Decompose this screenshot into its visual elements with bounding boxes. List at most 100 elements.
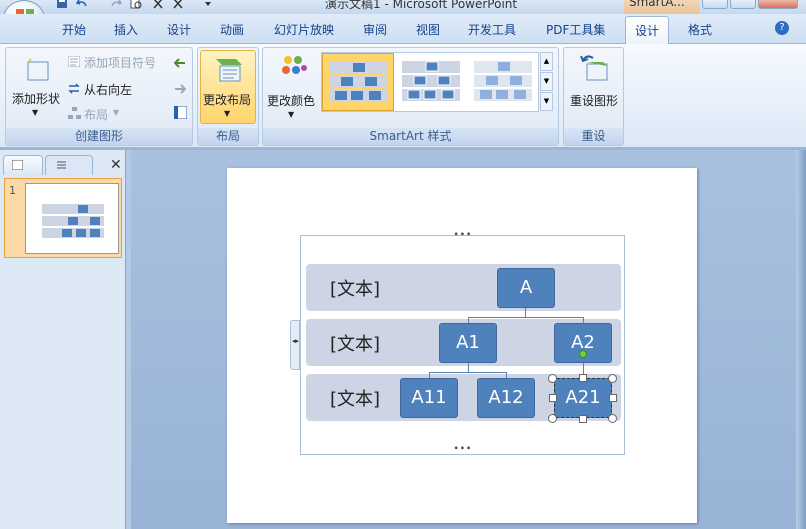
right-to-left-button[interactable]: 从右向左 bbox=[68, 80, 163, 97]
text-pane-toggle[interactable]: ◂▸ bbox=[290, 320, 300, 370]
layout-dropdown-icon: ▼ bbox=[113, 108, 120, 117]
slide-thumbnail-selected[interactable]: 1 bbox=[4, 178, 122, 258]
slide-number: 1 bbox=[9, 184, 16, 197]
change-colors-button[interactable]: 更改颜色 ▼ bbox=[266, 52, 320, 122]
change-layout-dropdown-icon: ▼ bbox=[224, 109, 231, 118]
vertical-scrollbar[interactable] bbox=[796, 150, 806, 529]
outline-icon bbox=[57, 161, 66, 169]
resize-handle[interactable] bbox=[579, 374, 587, 382]
tab-developer[interactable]: 开发工具 bbox=[468, 21, 516, 38]
ribbon: 添加形状 ▼ 添加项目符号 从右向左 布局 ▼ 创建图形 更改布局 ▼ 布局 更… bbox=[0, 44, 806, 148]
gallery-scroll-up-button[interactable]: ▲ bbox=[540, 52, 553, 71]
add-shape-icon bbox=[27, 58, 49, 81]
smartart-node-a1[interactable]: A1 bbox=[439, 323, 497, 363]
slides-thumbnail-panel: ✕ 1 bbox=[0, 150, 125, 529]
style-gallery-item-2[interactable] bbox=[396, 53, 466, 111]
tab-insert[interactable]: 插入 bbox=[114, 21, 138, 38]
save-icon[interactable] bbox=[56, 0, 68, 9]
print-preview-icon[interactable] bbox=[130, 0, 142, 9]
group-label-reset: 重设 bbox=[564, 128, 623, 145]
undo-icon[interactable] bbox=[76, 0, 88, 9]
resize-handle[interactable] bbox=[548, 414, 557, 423]
resize-handle[interactable] bbox=[608, 374, 617, 383]
resize-handle[interactable] bbox=[549, 394, 557, 402]
panel-tabs: ✕ bbox=[3, 153, 123, 175]
change-colors-dropdown-icon: ▼ bbox=[288, 110, 295, 119]
resize-handle[interactable] bbox=[579, 415, 587, 423]
slide-editing-area: ◂▸ ∙∙∙ ∙∙∙ [文本] [文本] [文本] A A1 A2 A11 A1… bbox=[131, 150, 806, 529]
style-gallery-item-1[interactable] bbox=[322, 53, 394, 111]
slides-icon bbox=[12, 160, 23, 170]
change-layout-label: 更改布局 bbox=[203, 93, 252, 107]
tab-animations[interactable]: 动画 bbox=[220, 21, 244, 38]
cut-icon[interactable] bbox=[152, 0, 164, 9]
style-preview-icon bbox=[474, 61, 532, 101]
tab-design[interactable]: 设计 bbox=[167, 21, 191, 38]
level-1-text[interactable]: [文本] bbox=[330, 275, 380, 301]
add-shape-dropdown-icon[interactable]: ▼ bbox=[32, 108, 38, 117]
reset-graphic-button[interactable]: 重设图形 bbox=[566, 52, 622, 122]
demote-button[interactable] bbox=[174, 83, 187, 97]
window-controls bbox=[700, 0, 806, 12]
resize-handle[interactable] bbox=[548, 374, 557, 383]
tab-slides[interactable] bbox=[3, 155, 43, 175]
connector-line bbox=[525, 307, 526, 317]
text-pane-button[interactable] bbox=[173, 105, 188, 122]
smartart-node-a12[interactable]: A12 bbox=[477, 378, 535, 418]
tab-home[interactable]: 开始 bbox=[62, 21, 86, 38]
text-pane-icon bbox=[173, 105, 188, 120]
maximize-button[interactable] bbox=[730, 0, 756, 9]
layout-dropdown-label: 布局 bbox=[84, 108, 109, 122]
tab-pdf-tools[interactable]: PDF工具集 bbox=[546, 21, 605, 38]
tab-review[interactable]: 审阅 bbox=[363, 21, 387, 38]
layout-dropdown-button[interactable]: 布局 ▼ bbox=[68, 105, 138, 122]
change-layout-icon bbox=[216, 59, 242, 82]
smartart-node-a21-selected[interactable]: A21 bbox=[554, 378, 612, 418]
level-2-text[interactable]: [文本] bbox=[330, 330, 380, 356]
tab-outline[interactable] bbox=[45, 155, 93, 175]
smartart-graphic-frame[interactable]: ◂▸ ∙∙∙ ∙∙∙ [文本] [文本] [文本] A A1 A2 A11 A1… bbox=[290, 229, 625, 455]
gallery-more-button[interactable]: ▼ bbox=[540, 92, 553, 111]
group-create-graphic: 添加形状 ▼ 添加项目符号 从右向左 布局 ▼ 创建图形 bbox=[5, 47, 193, 146]
gallery-scroll-down-button[interactable]: ▼ bbox=[540, 72, 553, 91]
swap-direction-icon bbox=[68, 83, 80, 94]
tab-smartart-design[interactable]: 设计 bbox=[625, 16, 670, 44]
delete-icon[interactable] bbox=[172, 0, 184, 9]
arrow-left-icon bbox=[173, 58, 185, 68]
group-smartart-styles: 更改颜色 ▼ ▲ ▼ ▼ SmartArt 样式 bbox=[262, 47, 559, 146]
frame-top-grip-icon[interactable]: ∙∙∙ bbox=[453, 229, 472, 240]
promote-button[interactable] bbox=[173, 57, 186, 71]
redo-icon[interactable] bbox=[110, 0, 122, 9]
close-window-button[interactable] bbox=[758, 0, 798, 9]
resize-handle[interactable] bbox=[609, 394, 617, 402]
close-icon[interactable]: ✕ bbox=[110, 157, 122, 173]
resize-handle[interactable] bbox=[608, 414, 617, 423]
smartart-node-a11[interactable]: A11 bbox=[400, 378, 458, 418]
frame-bottom-grip-icon[interactable]: ∙∙∙ bbox=[453, 443, 472, 454]
color-palette-icon bbox=[282, 56, 307, 74]
slide-canvas[interactable]: ◂▸ ∙∙∙ ∙∙∙ [文本] [文本] [文本] A A1 A2 A11 A1… bbox=[227, 168, 697, 523]
add-shape-button[interactable]: 添加形状 ▼ bbox=[10, 52, 64, 122]
minimize-button[interactable] bbox=[702, 0, 728, 9]
ribbon-tab-bar: 开始 插入 设计 动画 幻灯片放映 审阅 视图 开发工具 PDF工具集 设计 格… bbox=[0, 14, 806, 44]
style-gallery-item-3[interactable] bbox=[468, 53, 538, 111]
help-icon[interactable]: ? bbox=[775, 21, 789, 35]
reset-graphic-label: 重设图形 bbox=[570, 94, 619, 108]
right-to-left-label: 从右向左 bbox=[84, 83, 133, 97]
level-3-text[interactable]: [文本] bbox=[330, 385, 380, 411]
title-bar: 演示文稿1 - Microsoft PowerPoint SmartA... bbox=[0, 0, 806, 14]
customize-qat-icon[interactable] bbox=[202, 0, 214, 9]
tab-slideshow[interactable]: 幻灯片放映 bbox=[274, 21, 334, 38]
connector-line bbox=[468, 363, 469, 372]
rotate-handle[interactable] bbox=[579, 350, 587, 358]
add-shape-label: 添加形状 bbox=[12, 92, 61, 106]
add-bullet-button[interactable]: 添加项目符号 bbox=[68, 53, 163, 70]
group-label-create-graphic: 创建图形 bbox=[6, 128, 192, 145]
style-preview-icon bbox=[402, 61, 460, 101]
tab-format[interactable]: 格式 bbox=[688, 21, 712, 38]
smartart-node-a[interactable]: A bbox=[497, 268, 555, 308]
context-title-label: SmartA... bbox=[629, 0, 685, 9]
change-layout-button[interactable]: 更改布局 ▼ bbox=[200, 50, 256, 124]
tab-view[interactable]: 视图 bbox=[416, 21, 440, 38]
reset-graphic-icon bbox=[580, 55, 608, 81]
